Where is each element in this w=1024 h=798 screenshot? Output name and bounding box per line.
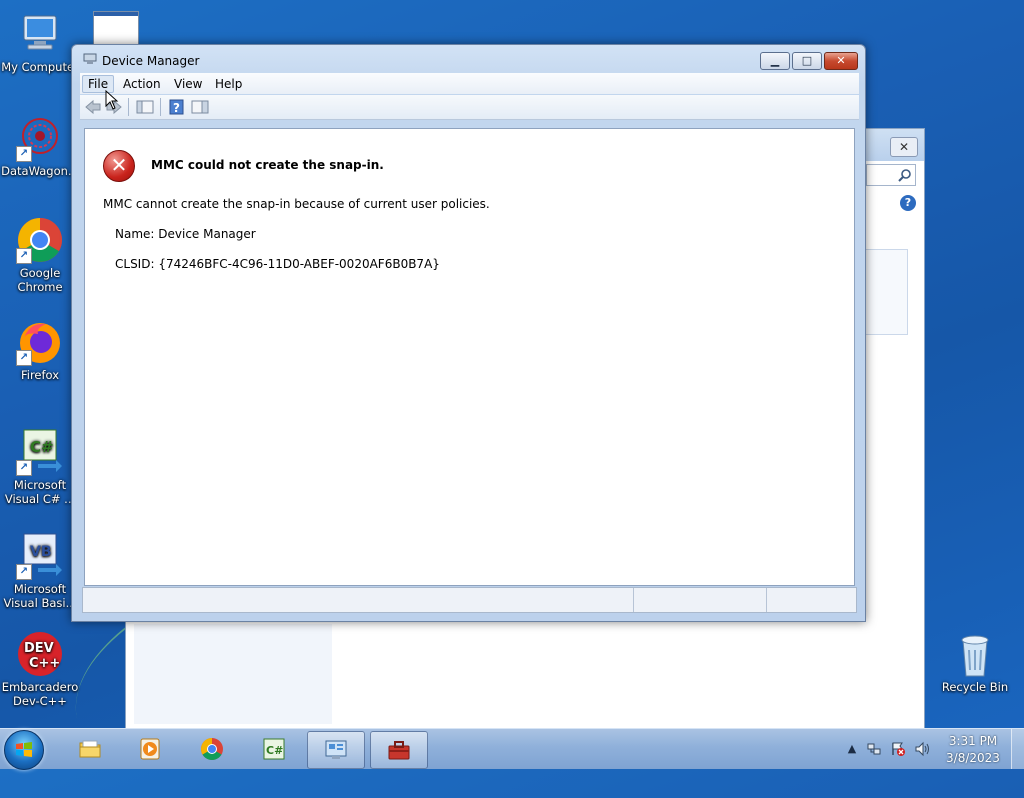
error-snapin-name: Name: Device Manager <box>115 227 256 241</box>
desktop-icon-label: Microsoft Visual Basi... <box>3 582 77 610</box>
toolbar: ? <box>80 95 859 120</box>
toolbar-separator <box>160 98 161 116</box>
back-icon[interactable] <box>84 99 102 115</box>
minimize-button[interactable]: ▁ <box>760 52 790 70</box>
taskbar: C# ▲ 3:31 PM 3/8/2023 <box>0 728 1024 770</box>
background-help-icon[interactable]: ? <box>900 195 916 211</box>
desktop-icon-visual-basic[interactable]: VB ↗ Microsoft Visual Basi... <box>0 532 80 610</box>
toolbox-icon <box>388 741 410 760</box>
shortcut-arrow-icon: ↗ <box>16 350 32 366</box>
desktop-icon-label: DataWagon... <box>1 164 79 178</box>
desktop-icon-label: Microsoft Visual C# ... <box>4 478 76 506</box>
maximize-button[interactable]: □ <box>792 52 822 70</box>
device-manager-icon <box>83 53 97 64</box>
desktop-icon-label: Embarcadero Dev-C++ <box>1 680 79 708</box>
computer-icon <box>16 10 64 58</box>
search-icon <box>898 169 911 182</box>
desktop-icon-firefox[interactable]: ↗ Firefox <box>0 318 80 382</box>
taskbar-media-player[interactable] <box>122 731 178 767</box>
shortcut-arrow-icon: ↗ <box>16 564 32 580</box>
visual-csharp-icon: C# ↗ <box>16 428 64 476</box>
desktop-icon-datawagon[interactable]: ↗ DataWagon... <box>0 114 80 178</box>
shortcut-arrow-icon: ↗ <box>16 460 32 476</box>
action-pane-icon[interactable] <box>191 99 209 115</box>
desktop-icon-label: Recycle Bin <box>941 680 1009 694</box>
error-message: MMC cannot create the snap-in because of… <box>103 197 490 211</box>
desktop-icon-label: My Computer <box>1 60 79 74</box>
action-center-icon[interactable] <box>890 741 906 757</box>
desktop-icon-label: Firefox <box>20 368 60 382</box>
show-desktop-button[interactable] <box>1011 729 1024 769</box>
background-sidebar <box>134 624 332 724</box>
chrome-icon: ↗ <box>16 216 64 264</box>
clock-date[interactable]: 3/8/2023 <box>938 751 1008 765</box>
desktop-icon-devcpp[interactable]: DEV C++ Embarcadero Dev-C++ <box>0 630 80 708</box>
taskbar-toolbox[interactable] <box>370 731 428 769</box>
window-title: Device Manager <box>102 54 200 68</box>
desktop-icon-my-computer[interactable]: My Computer <box>0 10 80 74</box>
background-search-input[interactable] <box>866 164 916 186</box>
volume-icon[interactable] <box>914 741 930 757</box>
svg-text:DEV: DEV <box>24 641 54 656</box>
control-panel-icon <box>325 740 347 759</box>
start-button[interactable] <box>4 730 44 770</box>
datawagon-icon: ↗ <box>16 114 64 162</box>
svg-text:?: ? <box>173 101 180 115</box>
svg-text:C++: C++ <box>29 656 60 671</box>
desktop-icon-visual-csharp[interactable]: C# ↗ Microsoft Visual C# ... <box>0 428 80 506</box>
windows-logo-icon <box>16 742 32 757</box>
svg-text:C#: C# <box>30 438 54 456</box>
partial-icon-titlebar <box>94 12 138 16</box>
recycle-bin-icon <box>951 630 999 678</box>
error-title: MMC could not create the snap-in. <box>151 158 384 172</box>
error-content-pane: ✕ MMC could not create the snap-in. MMC … <box>84 128 855 586</box>
background-close-icon[interactable]: ✕ <box>890 137 918 157</box>
network-icon[interactable] <box>866 741 882 757</box>
desktop-icon-google-chrome[interactable]: ↗ Google Chrome <box>0 216 80 294</box>
error-icon: ✕ <box>103 150 135 182</box>
desktop-icon-partial[interactable] <box>93 11 139 45</box>
help-icon[interactable]: ? <box>168 99 186 115</box>
desktop-icon-recycle-bin[interactable]: Recycle Bin <box>935 630 1015 694</box>
background-panel <box>864 249 908 335</box>
mouse-cursor-icon <box>105 90 119 110</box>
media-player-icon <box>140 738 160 760</box>
toolbar-separator <box>128 98 129 116</box>
chrome-icon <box>201 738 223 760</box>
device-manager-window[interactable]: Device Manager ▁ □ ✕ File Action View He… <box>71 44 866 622</box>
visual-csharp-icon: C# <box>263 738 285 760</box>
status-bar-segment <box>633 588 634 612</box>
menu-action[interactable]: Action <box>118 76 166 92</box>
menu-help[interactable]: Help <box>210 76 247 92</box>
window-titlebar[interactable]: Device Manager ▁ □ ✕ <box>72 45 865 73</box>
desktop-icon-label: Google Chrome <box>17 266 63 294</box>
svg-text:VB: VB <box>30 544 52 560</box>
devcpp-icon: DEV C++ <box>16 630 64 678</box>
close-button[interactable]: ✕ <box>824 52 858 70</box>
taskbar-file-explorer[interactable] <box>62 731 118 767</box>
show-hidden-icons-arrow[interactable]: ▲ <box>844 741 860 757</box>
firefox-icon: ↗ <box>16 318 64 366</box>
taskbar-chrome[interactable] <box>184 731 240 767</box>
shortcut-arrow-icon: ↗ <box>16 248 32 264</box>
error-clsid: CLSID: {74246BFC-4C96-11D0-ABEF-0020AF6B… <box>115 257 440 271</box>
status-bar-segment <box>766 588 767 612</box>
menu-bar: File Action View Help <box>80 73 859 94</box>
shortcut-arrow-icon: ↗ <box>16 146 32 162</box>
console-tree-icon[interactable] <box>136 99 154 115</box>
taskbar-control-panel[interactable] <box>307 731 365 769</box>
status-bar <box>82 587 857 613</box>
visual-basic-icon: VB ↗ <box>16 532 64 580</box>
file-explorer-icon <box>79 740 101 758</box>
taskbar-visual-csharp[interactable]: C# <box>246 731 302 767</box>
svg-text:C#: C# <box>266 744 283 757</box>
menu-view[interactable]: View <box>169 76 207 92</box>
clock-time[interactable]: 3:31 PM <box>938 734 1008 748</box>
